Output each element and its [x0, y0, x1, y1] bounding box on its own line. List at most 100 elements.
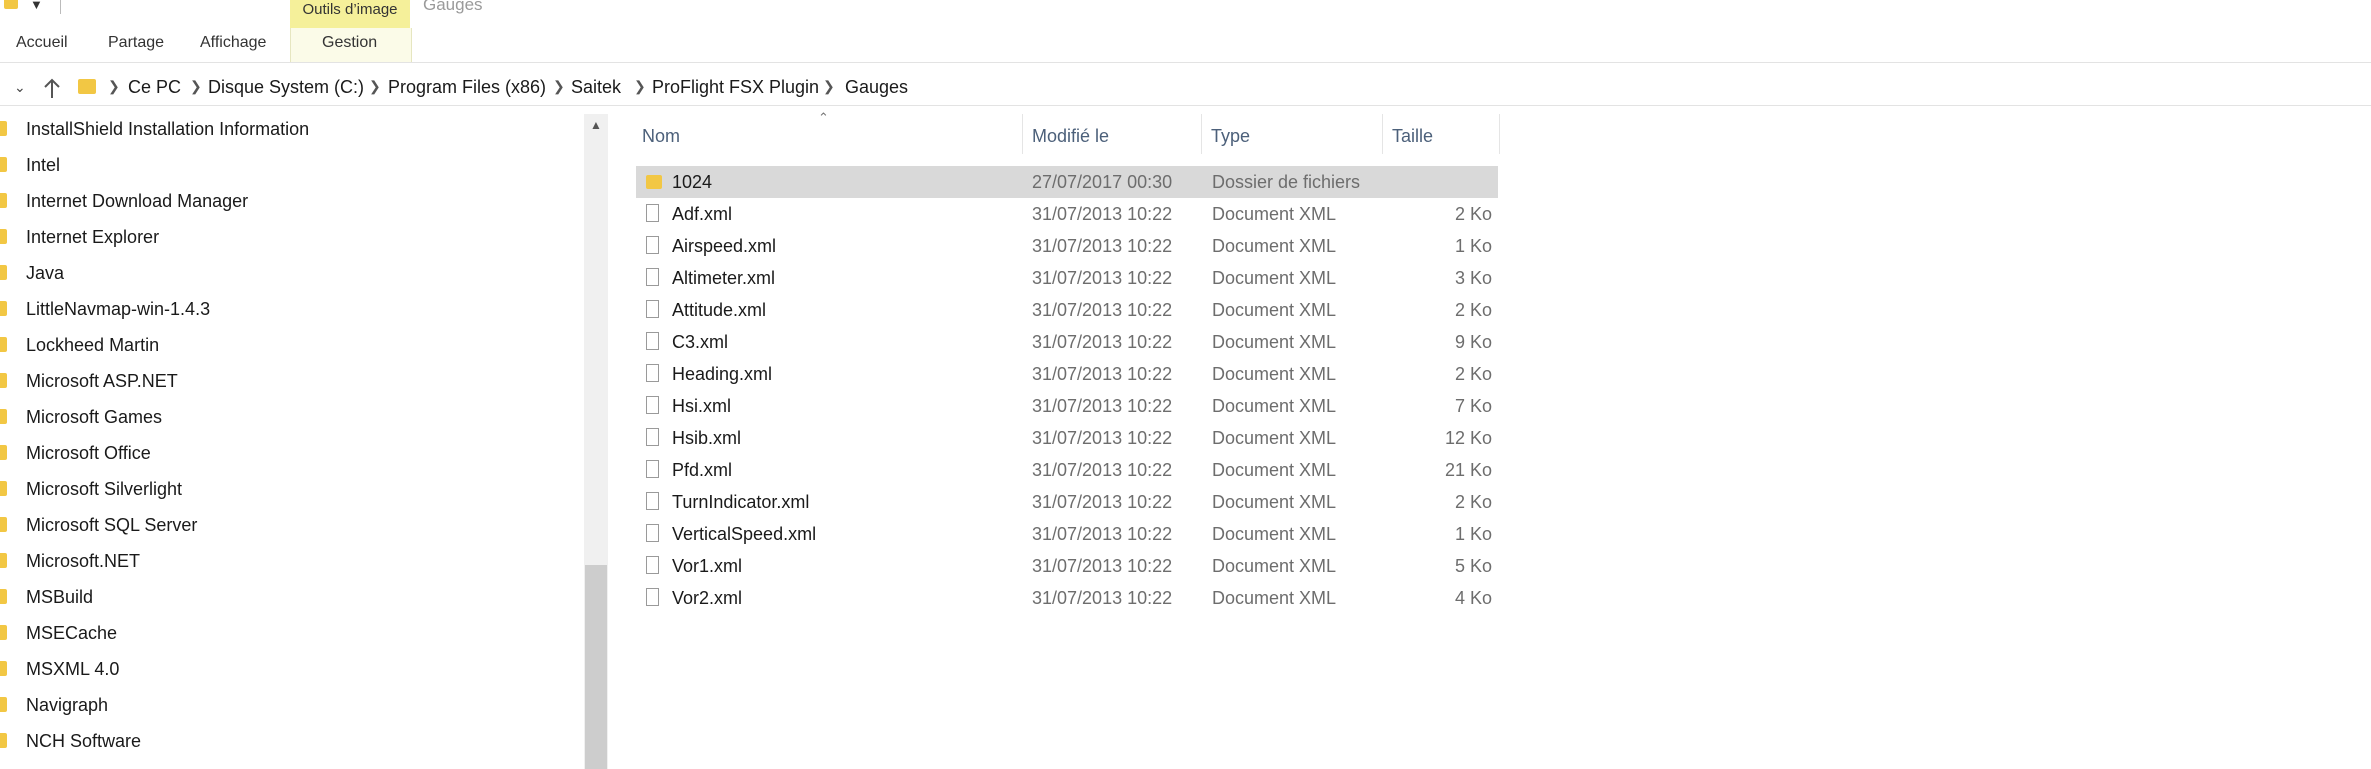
tree-item[interactable]: Lockheed Martin	[0, 330, 583, 360]
column-header-size[interactable]: Taille	[1383, 114, 1499, 154]
tree-item[interactable]: NCH Software	[0, 726, 583, 756]
recent-locations-chevron-icon[interactable]: ⌄	[14, 79, 26, 96]
file-size: 4 Ko	[1454, 588, 1492, 608]
tree-item[interactable]: Microsoft Games	[0, 402, 583, 432]
breadcrumb-gauges[interactable]: Gauges	[845, 77, 908, 98]
breadcrumb-separator-icon[interactable]: ❯	[190, 78, 202, 95]
file-icon	[646, 300, 659, 318]
folder-icon	[0, 733, 7, 748]
breadcrumb-program-files[interactable]: Program Files (x86)	[388, 77, 546, 98]
tree-item[interactable]: Internet Download Manager	[0, 186, 583, 216]
table-row[interactable]: Heading.xml 31/07/2013 10:22 Document XML 2…	[636, 358, 1498, 390]
folder-icon	[0, 481, 7, 496]
breadcrumb-separator-icon[interactable]: ❯	[108, 78, 120, 95]
breadcrumb-separator-icon[interactable]: ❯	[553, 78, 565, 95]
quick-access-folder-icon[interactable]	[4, 0, 18, 9]
quick-access-dropdown-icon[interactable]: ▼	[30, 0, 43, 12]
file-size: 1 Ko	[1454, 236, 1492, 256]
scroll-up-arrow-icon[interactable]: ▲	[584, 118, 608, 136]
tree-item[interactable]: MSBuild	[0, 582, 583, 612]
table-row[interactable]: Altimeter.xml 31/07/2013 10:22 Document XM…	[636, 262, 1498, 294]
tab-gestion[interactable]: Gestion	[322, 34, 377, 52]
tree-item[interactable]: Microsoft Office	[0, 438, 583, 468]
tree-item[interactable]: Navigraph	[0, 690, 583, 720]
file-icon	[646, 460, 659, 478]
navigation-pane: InstallShield Installation Information In…	[0, 114, 583, 769]
tree-item-label: LittleNavmap-win-1.4.3	[26, 299, 211, 319]
tree-item[interactable]: Microsoft SQL Server	[0, 510, 583, 540]
column-header-modified[interactable]: Modifié le	[1023, 114, 1201, 154]
tree-item-label: Microsoft Games	[26, 407, 163, 427]
table-row[interactable]: Airspeed.xml 31/07/2013 10:22 Document XML…	[636, 230, 1498, 262]
tree-item[interactable]: Intel	[0, 150, 583, 180]
table-row[interactable]: Vor2.xml 31/07/2013 10:22 Document XML 4 Ko	[636, 582, 1498, 614]
file-type: Document XML	[1212, 364, 1337, 384]
file-size: 7 Ko	[1454, 396, 1492, 416]
table-row[interactable]: 1024 27/07/2017 00:30 Dossier de fichiers	[636, 166, 1498, 198]
file-modified: 31/07/2013 10:22	[1032, 556, 1173, 576]
breadcrumb-separator-icon[interactable]: ❯	[823, 78, 835, 95]
tree-item[interactable]: MSECache	[0, 618, 583, 648]
scrollbar-thumb[interactable]	[585, 565, 607, 769]
file-icon	[646, 236, 659, 254]
tree-item[interactable]: Microsoft Silverlight	[0, 474, 583, 504]
file-modified: 31/07/2013 10:22	[1032, 204, 1173, 224]
breadcrumb-disque-system[interactable]: Disque System (C:)	[208, 77, 364, 98]
table-row[interactable]: Adf.xml 31/07/2013 10:22 Document XML 2 Ko	[636, 198, 1498, 230]
breadcrumb-separator-icon[interactable]: ❯	[634, 78, 646, 95]
tab-partage[interactable]: Partage	[108, 34, 164, 52]
file-name: Hsib.xml	[672, 428, 742, 448]
column-header-name[interactable]: ⌃ Nom	[630, 110, 1022, 154]
tree-item[interactable]: Microsoft ASP.NET	[0, 366, 583, 396]
breadcrumb-separator-icon[interactable]: ❯	[369, 78, 381, 95]
navigation-scrollbar[interactable]: ▲	[584, 114, 608, 769]
table-row[interactable]: TurnIndicator.xml 31/07/2013 10:22 Documen…	[636, 486, 1498, 518]
table-row[interactable]: Pfd.xml 31/07/2013 10:22 Document XML 21 Ko	[636, 454, 1498, 486]
file-type: Document XML	[1212, 492, 1337, 512]
folder-icon	[0, 553, 7, 568]
folder-icon	[0, 517, 7, 532]
table-row[interactable]: Hsi.xml 31/07/2013 10:22 Document XML 7 Ko	[636, 390, 1498, 422]
context-tab-header: Outils d’image	[290, 0, 410, 28]
folder-icon	[0, 589, 7, 604]
tree-item[interactable]: LittleNavmap-win-1.4.3	[0, 294, 583, 324]
tree-item-label: Microsoft Office	[26, 443, 151, 463]
tree-item-label: InstallShield Installation Information	[26, 119, 310, 139]
file-name: 1024	[672, 172, 713, 192]
tree-item-label: Lockheed Martin	[26, 335, 160, 355]
column-header-type[interactable]: Type	[1202, 114, 1382, 154]
tree-item[interactable]: MSXML 4.0	[0, 654, 583, 684]
folder-icon	[0, 193, 7, 208]
folder-icon	[0, 373, 7, 388]
column-divider[interactable]	[1499, 114, 1500, 154]
tree-item-label: Microsoft Silverlight	[26, 479, 183, 499]
tree-item[interactable]: Java	[0, 258, 583, 288]
file-size: 2 Ko	[1454, 364, 1492, 384]
file-size: 9 Ko	[1454, 332, 1492, 352]
file-name: Pfd.xml	[672, 460, 733, 480]
quick-access-separator	[60, 0, 61, 14]
table-row[interactable]: C3.xml 31/07/2013 10:22 Document XML 9 Ko	[636, 326, 1498, 358]
breadcrumb-proflight-fsx-plugin[interactable]: ProFlight FSX Plugin	[652, 77, 819, 98]
up-arrow-icon[interactable]	[42, 78, 62, 100]
file-type: Document XML	[1212, 396, 1337, 416]
tab-accueil[interactable]: Accueil	[16, 34, 68, 52]
tab-affichage[interactable]: Affichage	[200, 34, 266, 52]
table-row[interactable]: Vor1.xml 31/07/2013 10:22 Document XML 5 Ko	[636, 550, 1498, 582]
folder-icon	[0, 265, 7, 280]
tree-item[interactable]: Internet Explorer	[0, 222, 583, 252]
breadcrumb-saitek[interactable]: Saitek	[571, 77, 621, 98]
tree-item-label: MSXML 4.0	[26, 659, 120, 679]
table-row[interactable]: Hsib.xml 31/07/2013 10:22 Document XML 12 K…	[636, 422, 1498, 454]
file-icon	[646, 428, 659, 446]
tree-item[interactable]: InstallShield Installation Information	[0, 114, 583, 144]
tree-item-label: Microsoft ASP.NET	[26, 371, 178, 391]
file-type: Document XML	[1212, 588, 1337, 608]
table-row[interactable]: VerticalSpeed.xml 31/07/2013 10:22 Documen…	[636, 518, 1498, 550]
file-size: 1 Ko	[1454, 524, 1492, 544]
tree-item-label: Internet Explorer	[26, 227, 160, 247]
file-modified: 31/07/2013 10:22	[1032, 268, 1173, 288]
tree-item[interactable]: Microsoft.NET	[0, 546, 583, 576]
table-row[interactable]: Attitude.xml 31/07/2013 10:22 Document XML…	[636, 294, 1498, 326]
breadcrumb-ce-pc[interactable]: Ce PC	[128, 77, 181, 98]
